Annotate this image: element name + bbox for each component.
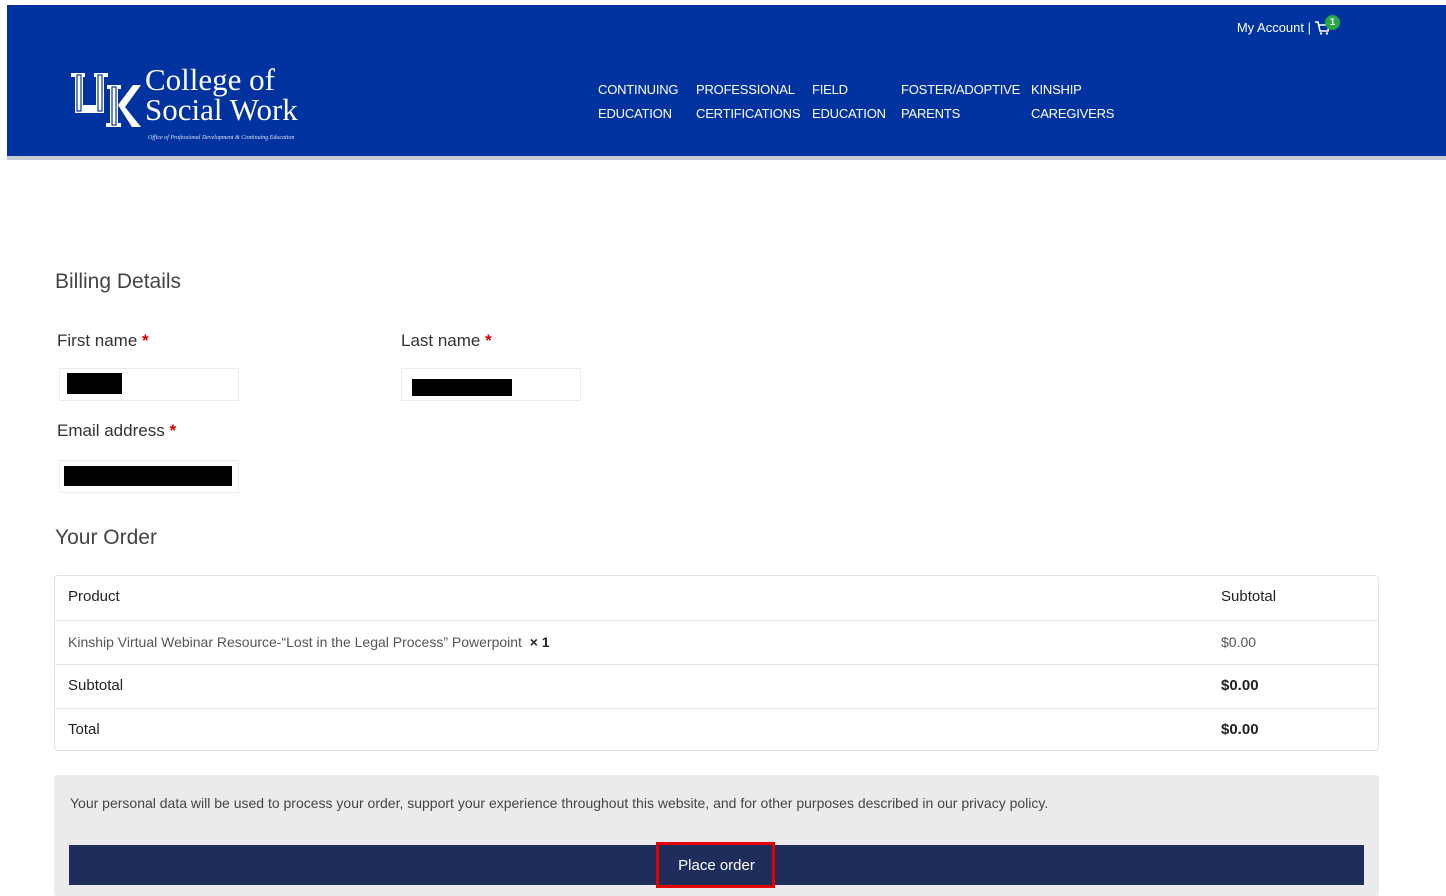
nav-label-line1: FIELD xyxy=(812,82,848,97)
nav-label-line2: PARENTS xyxy=(901,106,961,121)
nav-label-line1: CONTINUING xyxy=(598,82,679,97)
nav-label-line1: PROFESSIONAL xyxy=(696,82,795,97)
payment-section: Your personal data will be used to proce… xyxy=(54,775,1379,896)
uk-logo-icon xyxy=(71,73,141,127)
account-bar: My Account | xyxy=(1237,20,1330,35)
last-name-field[interactable] xyxy=(401,368,581,401)
redacted-value xyxy=(64,466,232,486)
email-label-text: Email address xyxy=(57,421,165,440)
nav-continuing-education[interactable]: CONTINUING EDUCATION xyxy=(598,78,679,126)
my-account-link[interactable]: My Account | xyxy=(1237,20,1311,35)
privacy-notice: Your personal data will be used to proce… xyxy=(70,795,1049,811)
cart-count-badge: 1 xyxy=(1325,15,1340,30)
last-name-label: Last name * xyxy=(401,331,492,351)
required-marker: * xyxy=(485,331,492,350)
first-name-label-text: First name xyxy=(57,331,138,350)
email-field[interactable] xyxy=(59,460,239,493)
subtotal-row: Subtotal $0.00 xyxy=(55,664,1378,707)
your-order-heading: Your Order xyxy=(55,526,157,549)
redacted-value xyxy=(412,379,512,396)
logo-line-1: College of xyxy=(145,62,275,97)
site-logo[interactable]: College of Social Work Office of Profess… xyxy=(69,62,329,145)
nav-label-line2: EDUCATION xyxy=(812,106,886,121)
product-column-header: Product xyxy=(68,588,120,605)
nav-label-line1: FOSTER/ADOPTIVE xyxy=(901,82,1021,97)
total-value: $0.00 xyxy=(1221,721,1259,738)
nav-foster-adoptive-parents[interactable]: FOSTER/ADOPTIVE PARENTS xyxy=(901,78,1020,126)
place-order-button[interactable]: Place order xyxy=(69,845,1364,885)
order-table: Product Subtotal Kinship Virtual Webinar… xyxy=(54,575,1379,751)
table-row: Kinship Virtual Webinar Resource-“Lost i… xyxy=(55,620,1378,663)
nav-label-line1: KINSHIP xyxy=(1031,82,1082,97)
first-name-label: First name * xyxy=(57,331,149,351)
nav-label-line2: CERTIFICATIONS xyxy=(696,106,801,121)
nav-label-line2: CAREGIVERS xyxy=(1031,106,1115,121)
product-cell: Kinship Virtual Webinar Resource-“Lost i… xyxy=(68,634,550,650)
subtotal-value: $0.00 xyxy=(1221,677,1259,694)
subtotal-label: Subtotal xyxy=(68,677,124,694)
nav-kinship-caregivers[interactable]: KINSHIP CAREGIVERS xyxy=(1031,78,1114,126)
required-marker: * xyxy=(142,331,149,350)
subtotal-column-header: Subtotal xyxy=(1221,588,1277,605)
logo-line-2: Social Work xyxy=(145,92,298,127)
total-label: Total xyxy=(68,721,100,738)
total-row: Total $0.00 xyxy=(55,708,1378,751)
product-name: Kinship Virtual Webinar Resource-“Lost i… xyxy=(68,634,522,650)
product-subtotal: $0.00 xyxy=(1221,634,1257,650)
table-header-row: Product Subtotal xyxy=(55,576,1378,619)
product-quantity: × 1 xyxy=(529,634,550,650)
logo-title: College of Social Work xyxy=(145,62,298,127)
last-name-label-text: Last name xyxy=(401,331,481,350)
redacted-value xyxy=(67,373,122,394)
billing-details-heading: Billing Details xyxy=(55,270,182,293)
nav-professional-certifications[interactable]: PROFESSIONAL CERTIFICATIONS xyxy=(696,78,801,126)
site-header: College of Social Work Office of Profess… xyxy=(7,5,1446,160)
nav-label-line2: EDUCATION xyxy=(598,106,672,121)
email-label: Email address * xyxy=(57,421,176,441)
logo-tagline: Office of Professional Development & Con… xyxy=(148,135,295,141)
first-name-field[interactable] xyxy=(59,368,239,401)
nav-field-education[interactable]: FIELD EDUCATION xyxy=(812,78,886,126)
required-marker: * xyxy=(169,421,177,440)
